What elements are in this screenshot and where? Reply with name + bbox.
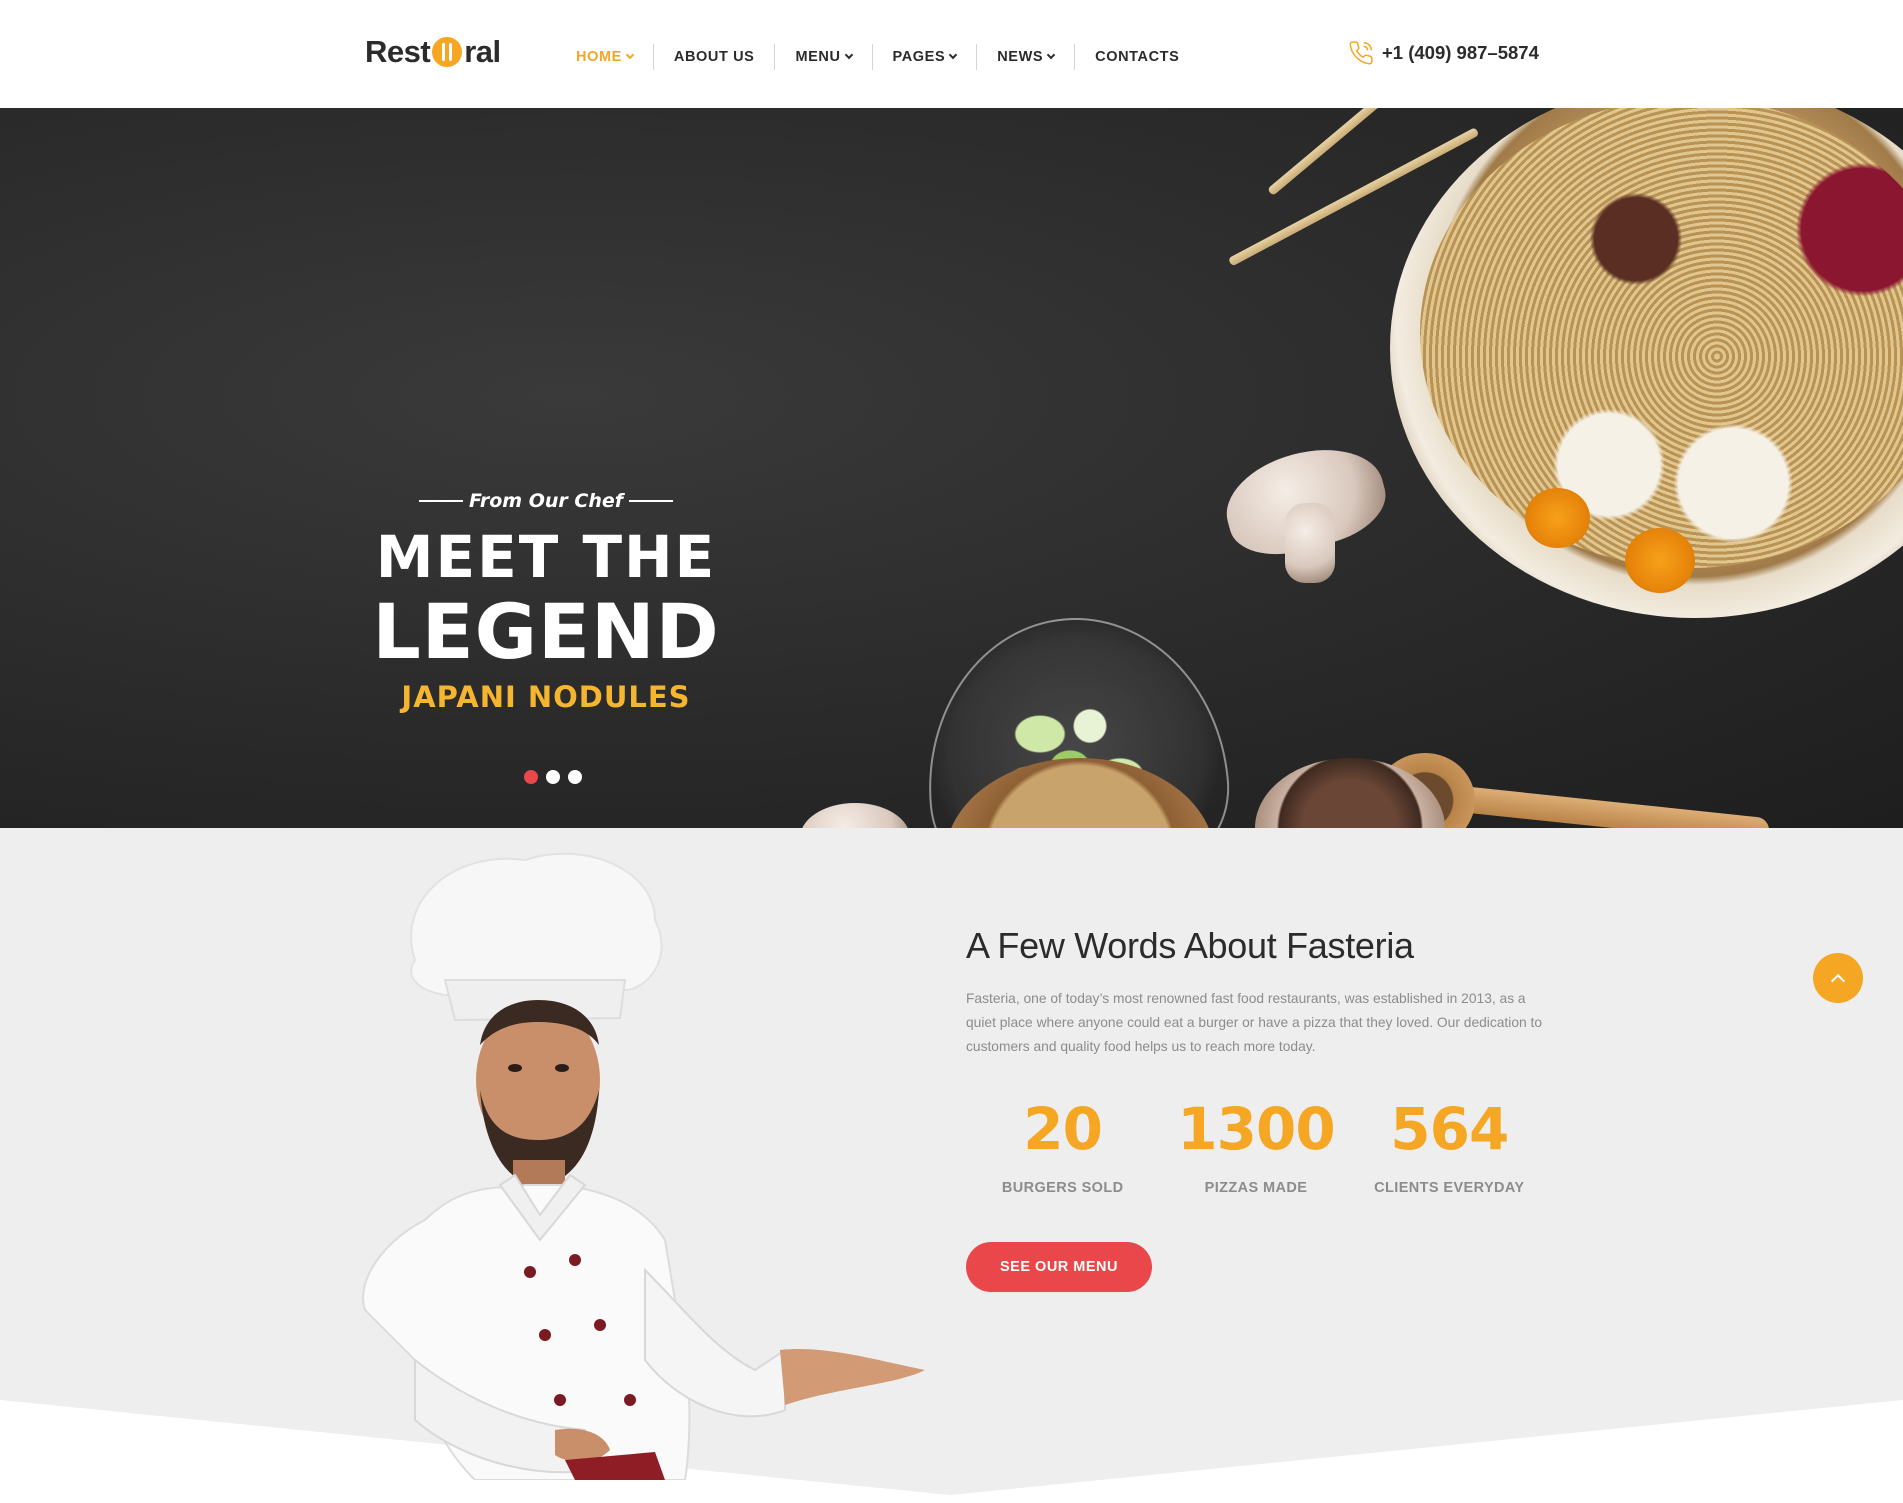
- divider: [629, 500, 673, 502]
- stat-value: 564: [1390, 1095, 1509, 1163]
- chopstick-image: [1267, 108, 1427, 196]
- chevron-down-icon: [844, 50, 853, 60]
- divider: [418, 500, 463, 502]
- stat-clients: 564 CLIENTS EVERYDAY: [1353, 1100, 1546, 1196]
- nav-item-menu[interactable]: MENU: [775, 44, 873, 70]
- phone-icon: [1349, 41, 1373, 65]
- nav-item-label: HOME: [576, 49, 622, 65]
- stat-label: PIZZAS MADE: [1204, 1180, 1308, 1196]
- chevron-down-icon: [948, 50, 958, 60]
- about-title: A Few Words About Fasteria: [966, 925, 1414, 966]
- slider-dot-3[interactable]: [568, 770, 582, 784]
- egg-yolk-image: [1525, 488, 1590, 548]
- site-header: Rest ral HOME ABOUT US MENU PAGES NEWS C…: [0, 0, 1903, 108]
- stat-burgers: 20 BURGERS SOLD: [966, 1100, 1159, 1196]
- stat-label: BURGERS SOLD: [1001, 1180, 1124, 1196]
- see-our-menu-button[interactable]: SEE OUR MENU: [966, 1242, 1152, 1292]
- nav-item-label: CONTACTS: [1095, 49, 1180, 65]
- logo-text-left: Rest: [365, 34, 431, 69]
- stat-label: CLIENTS EVERYDAY: [1374, 1180, 1525, 1196]
- main-nav: HOME ABOUT US MENU PAGES NEWS CONTACTS: [556, 44, 1199, 70]
- stats-counter: 20 BURGERS SOLD 1300 PIZZAS MADE 564 CLI…: [966, 1100, 1546, 1196]
- chevron-down-icon: [1046, 50, 1056, 60]
- slider-dot-1[interactable]: [524, 770, 538, 784]
- nav-item-home[interactable]: HOME: [556, 44, 654, 70]
- chevron-down-icon: [625, 50, 635, 60]
- section-divider: [0, 1400, 1903, 1503]
- chevron-up-icon: [1830, 973, 1846, 988]
- chef-image: [362, 852, 925, 1480]
- mushroom-image: [1285, 503, 1335, 583]
- stat-pizzas: 1300 PIZZAS MADE: [1159, 1100, 1352, 1196]
- nav-item-about-us[interactable]: ABOUT US: [654, 44, 776, 70]
- scroll-to-top-button[interactable]: [1813, 953, 1863, 1003]
- nav-item-label: MENU: [795, 49, 841, 65]
- hero-eyebrow-text: From Our Chef: [468, 490, 623, 512]
- stat-value: 1300: [1177, 1095, 1335, 1163]
- nav-item-label: NEWS: [997, 49, 1044, 65]
- hero-title-line-2: LEGEND: [372, 587, 720, 676]
- nav-item-label: PAGES: [892, 49, 946, 65]
- nav-item-pages[interactable]: PAGES: [873, 44, 978, 70]
- header-phone[interactable]: +1 (409) 987–5874: [1348, 40, 1539, 66]
- nav-item-news[interactable]: NEWS: [977, 44, 1076, 70]
- hero-caption: From Our Chef MEET THE LEGEND JAPANI NOD…: [370, 490, 740, 714]
- fork-knife-icon: [432, 37, 463, 67]
- mushroom-image: [800, 803, 910, 828]
- hero-title-line-1: MEET THE: [375, 523, 717, 591]
- nav-item-label: ABOUT US: [673, 49, 755, 65]
- hero-subtitle: JAPANI NODULES: [401, 680, 691, 714]
- nav-item-contacts[interactable]: CONTACTS: [1075, 44, 1199, 70]
- egg-yolk-image: [1625, 528, 1695, 593]
- about-description: Fasteria, one of today’s most renowned f…: [966, 991, 1543, 1054]
- slider-dot-2[interactable]: [546, 770, 560, 784]
- phone-number: +1 (409) 987–5874: [1382, 42, 1539, 63]
- stat-value: 20: [1023, 1095, 1103, 1163]
- slider-pagination: [524, 770, 582, 784]
- logo-text-right: ral: [464, 34, 501, 69]
- logo[interactable]: Rest ral: [365, 34, 501, 70]
- hero-eyebrow: From Our Chef: [352, 490, 740, 512]
- hero-slider: From Our Chef MEET THE LEGEND JAPANI NOD…: [0, 108, 1903, 828]
